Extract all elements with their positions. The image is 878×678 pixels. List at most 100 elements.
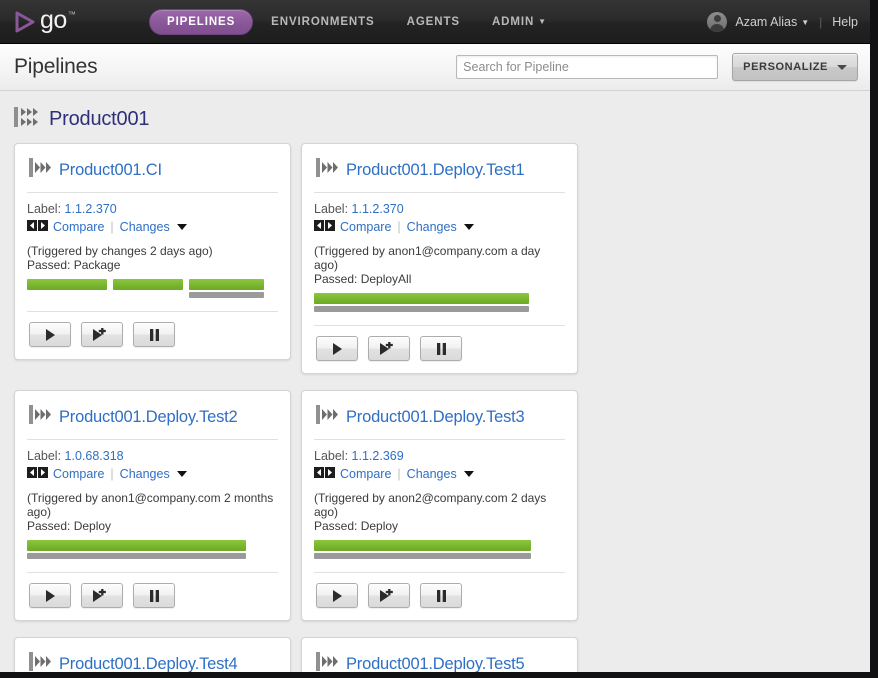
pipeline-card: Product001.Deploy.Test5Label: 1.1.1.358C… — [301, 637, 578, 673]
pipeline-card: Product001.Deploy.Test4Label: 1.1.1.361C… — [14, 637, 291, 673]
pipeline-name-link[interactable]: Product001.Deploy.Test3 — [346, 408, 525, 427]
pipeline-icon — [316, 652, 338, 672]
stage-status-bar — [27, 279, 107, 290]
trigger-with-options-button[interactable] — [368, 583, 410, 608]
pipeline-cards-grid: Product001.CI Label: 1.1.2.370 Compare | Cha… — [0, 143, 870, 673]
pipeline-group-name[interactable]: Product001 — [49, 108, 149, 131]
changes-link[interactable]: Changes — [407, 467, 457, 481]
pipeline-stages — [314, 540, 565, 560]
stage-status-bar — [189, 279, 264, 290]
nav-item-agents[interactable]: AGENTS — [393, 9, 474, 35]
stage-secondary-bar — [189, 292, 264, 298]
trigger-with-options-button[interactable] — [81, 583, 123, 608]
pipeline-stage[interactable] — [189, 279, 264, 299]
pipeline-label-value[interactable]: 1.1.2.370 — [352, 202, 404, 216]
user-avatar-icon — [707, 11, 728, 32]
pipeline-stage[interactable] — [27, 540, 246, 560]
pipeline-label-value[interactable]: 1.1.2.370 — [65, 202, 117, 216]
compare-link[interactable]: Compare — [53, 467, 104, 481]
trigger-button[interactable] — [316, 336, 358, 361]
nav-right-cluster: Azam Alias ▼ | Help — [707, 11, 870, 32]
compare-arrows-icon — [27, 218, 48, 236]
chevron-down-icon[interactable] — [463, 224, 474, 230]
compare-link[interactable]: Compare — [340, 467, 391, 481]
pipeline-card-header: Product001.CI — [27, 156, 278, 192]
stage-secondary-bar — [27, 553, 246, 559]
pipeline-label-value[interactable]: 1.1.2.369 — [352, 449, 404, 463]
pipeline-stage[interactable] — [27, 279, 107, 299]
go-logo-icon — [14, 11, 36, 33]
personalize-button[interactable]: PERSONALIZE — [732, 53, 858, 81]
go-logo[interactable]: go ™ — [0, 5, 124, 34]
compare-link[interactable]: Compare — [53, 220, 104, 234]
pipeline-card-actions — [27, 311, 278, 359]
trademark-symbol: ™ — [67, 10, 76, 19]
pipeline-card-actions — [27, 572, 278, 620]
pipeline-card-header: Product001.Deploy.Test1 — [314, 156, 565, 192]
pipeline-label-line: Label: 1.1.2.370 — [314, 202, 565, 218]
nav-item-admin[interactable]: ADMIN ▼ — [478, 9, 561, 35]
pipeline-stage[interactable] — [113, 279, 183, 299]
trigger-button[interactable] — [29, 583, 71, 608]
pause-button[interactable] — [133, 322, 175, 347]
nav-item-environments[interactable]: ENVIRONMENTS — [257, 9, 388, 35]
pipeline-card-header: Product001.Deploy.Test5 — [314, 650, 565, 673]
trigger-with-options-button[interactable] — [81, 322, 123, 347]
pipeline-trigger-info: (Triggered by anon1@company.com a day ag… — [314, 244, 541, 272]
main-nav-items: PIPELINES ENVIRONMENTS AGENTS ADMIN ▼ — [149, 8, 561, 35]
chevron-down-icon[interactable] — [176, 224, 187, 230]
pipeline-name-link[interactable]: Product001.Deploy.Test5 — [346, 655, 525, 673]
stage-secondary-bar — [314, 553, 531, 559]
label-prefix: Label: — [27, 449, 62, 463]
pipeline-label-value[interactable]: 1.0.68.318 — [65, 449, 124, 463]
label-prefix: Label: — [314, 449, 349, 463]
user-menu[interactable]: Azam Alias ▼ — [735, 15, 809, 29]
pipeline-name-link[interactable]: Product001.Deploy.Test4 — [59, 655, 238, 673]
chevron-down-icon[interactable] — [463, 471, 474, 477]
trigger-with-options-button[interactable] — [368, 336, 410, 361]
pipeline-icon — [29, 405, 51, 429]
pipeline-stage[interactable] — [314, 293, 529, 313]
pipeline-group-header: Product001 — [0, 101, 870, 143]
compare-link[interactable]: Compare — [340, 220, 391, 234]
pause-button[interactable] — [420, 583, 462, 608]
pause-button[interactable] — [420, 336, 462, 361]
help-link[interactable]: Help — [832, 15, 858, 29]
pipeline-card: Product001.Deploy.Test1 Label: 1.1.2.370 C… — [301, 143, 578, 374]
pipeline-stages — [27, 540, 278, 560]
changes-link[interactable]: Changes — [120, 467, 170, 481]
stage-status-bar — [314, 293, 529, 304]
trigger-button[interactable] — [29, 322, 71, 347]
chevron-down-icon[interactable] — [176, 471, 187, 477]
changes-link[interactable]: Changes — [407, 220, 457, 234]
search-input[interactable] — [456, 55, 719, 79]
pipeline-card: Product001.CI Label: 1.1.2.370 Compare | Cha… — [14, 143, 291, 360]
changes-link[interactable]: Changes — [120, 220, 170, 234]
personalize-button-label: PERSONALIZE — [743, 61, 828, 73]
pipeline-links: Compare | Changes — [27, 218, 278, 244]
pipeline-card: Product001.Deploy.Test3 Label: 1.1.2.369 C… — [301, 390, 578, 621]
nav-item-agents-label: AGENTS — [406, 15, 460, 28]
pipeline-stages — [314, 293, 565, 313]
pipeline-card-header: Product001.Deploy.Test2 — [27, 403, 278, 439]
divider — [27, 192, 278, 193]
nav-divider: | — [819, 14, 823, 29]
pipeline-status-text: Passed: DeployAll — [314, 272, 412, 286]
pipeline-stages — [27, 279, 278, 299]
trigger-button[interactable] — [316, 583, 358, 608]
pipeline-stage[interactable] — [314, 540, 531, 560]
pipeline-name-link[interactable]: Product001.CI — [59, 161, 162, 180]
pipeline-trigger-info: (Triggered by anon2@company.com 2 days a… — [314, 491, 547, 519]
pipeline-card-actions — [314, 572, 565, 620]
nav-item-pipelines[interactable]: PIPELINES — [149, 8, 254, 35]
go-logo-text: go — [40, 5, 67, 34]
pause-button[interactable] — [133, 583, 175, 608]
compare-arrows-icon — [314, 465, 335, 483]
pipeline-name-link[interactable]: Product001.Deploy.Test2 — [59, 408, 238, 427]
pipeline-links: Compare | Changes — [314, 218, 565, 244]
stage-status-bar — [314, 540, 531, 551]
pipeline-status-text: Passed: Package — [27, 258, 121, 272]
nav-item-environments-label: ENVIRONMENTS — [271, 15, 375, 28]
pipeline-icon — [316, 405, 338, 429]
pipeline-name-link[interactable]: Product001.Deploy.Test1 — [346, 161, 525, 180]
